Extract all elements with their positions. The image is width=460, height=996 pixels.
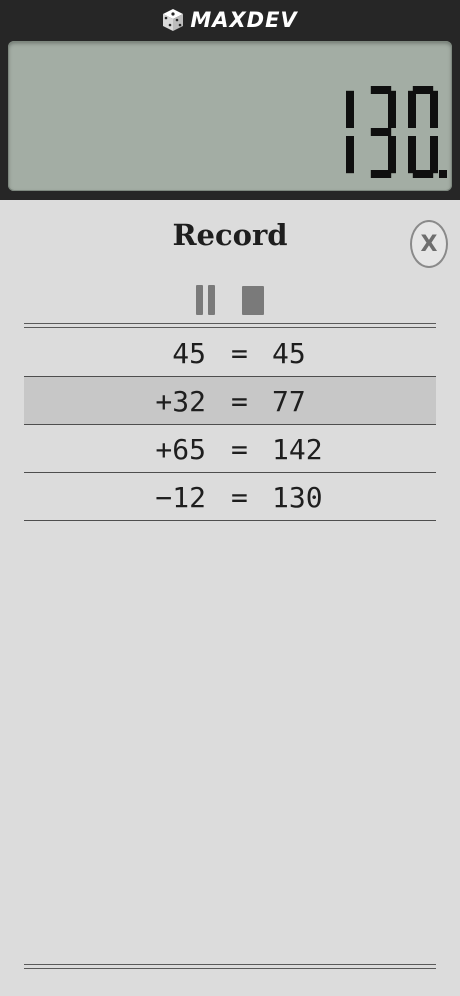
row-result: 130 [272,481,323,514]
brand-name: MAXDEV [190,8,298,32]
lcd-display [8,41,452,191]
close-button[interactable]: X [410,220,448,268]
pause-button[interactable] [196,285,216,315]
row-expression: +65 [155,433,206,466]
record-row: +32 = 77 [24,377,436,425]
record-list: 45 = 45 +32 = 77 +65 = 142 −12 = 130 [24,329,436,521]
row-equals: = [231,337,248,370]
dice-icon [163,9,184,31]
lcd-digits [346,86,447,178]
record-title: Record [172,218,288,252]
stop-button[interactable] [242,286,264,315]
lcd-decimal-point [439,170,447,178]
bottom-divider [24,964,436,969]
row-expression: −12 [155,481,206,514]
row-result: 45 [272,337,306,370]
top-bar: MAXDEV [0,0,460,200]
record-row: +65 = 142 [24,425,436,473]
lcd-segment [408,90,416,128]
row-equals: = [231,385,248,418]
lcd-segment [346,90,354,128]
record-row: 45 = 45 [24,329,436,377]
lcd-segment [408,136,416,174]
lcd-segment [370,128,392,136]
lcd-segment [346,136,354,174]
record-panel [0,200,460,996]
lcd-segment [430,90,438,128]
brand: MAXDEV [0,4,460,36]
lcd-segment [388,90,396,128]
close-icon: X [420,231,438,257]
lcd-segment [430,136,438,174]
top-divider [24,323,436,328]
row-equals: = [231,433,248,466]
row-equals: = [231,481,248,514]
row-result: 77 [272,385,306,418]
record-row: −12 = 130 [24,473,436,521]
row-expression: 45 [172,337,206,370]
row-result: 142 [272,433,323,466]
lcd-segment [388,136,396,174]
row-expression: +32 [155,385,206,418]
lcd-segment [370,170,392,178]
